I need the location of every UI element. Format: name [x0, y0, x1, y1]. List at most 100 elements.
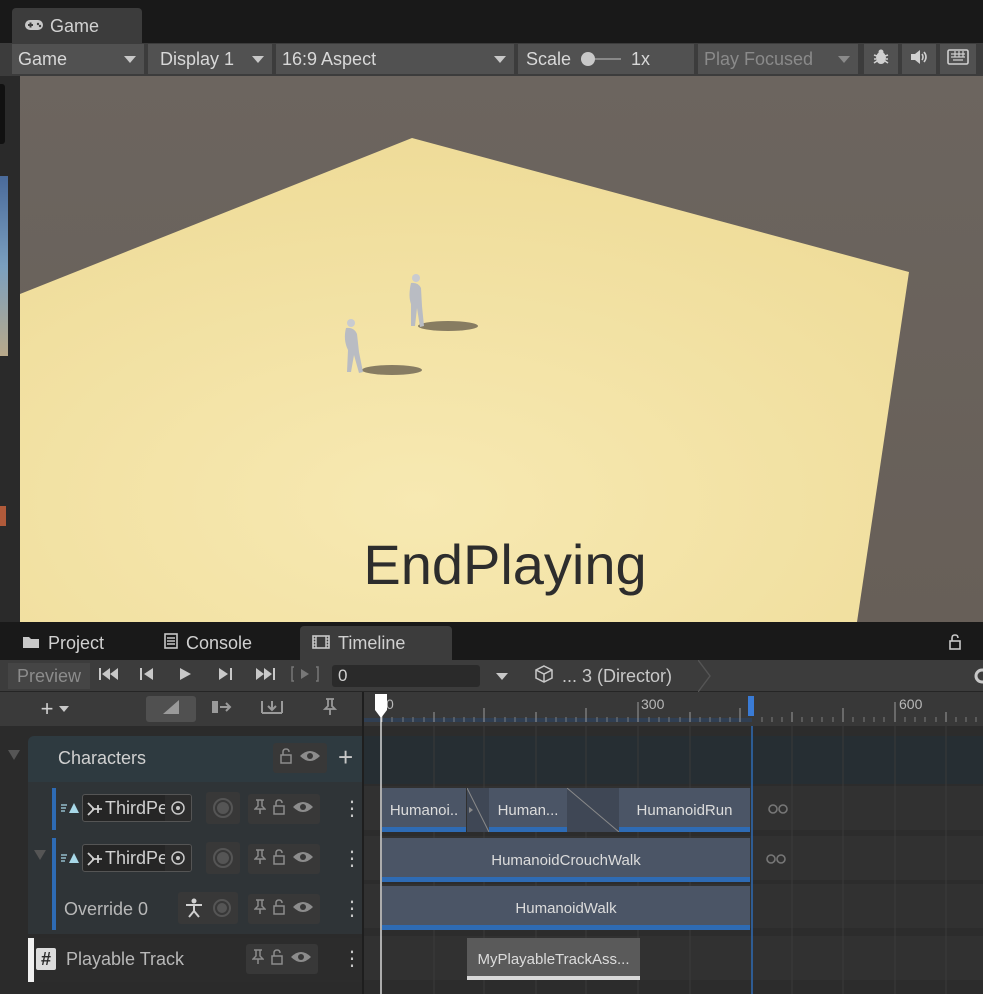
- ripple-mode-button[interactable]: [200, 696, 244, 722]
- film-icon: [312, 633, 330, 654]
- playable-track[interactable]: # Playable Track ⋮: [34, 938, 362, 982]
- ruler-tick-label: 600: [899, 696, 923, 712]
- game-viewport[interactable]: EndPlaying: [20, 76, 983, 622]
- scene-view-edge: [0, 76, 20, 622]
- tab-console[interactable]: Console: [152, 626, 292, 660]
- blend-region[interactable]: [467, 788, 489, 832]
- scale-slider-thumb[interactable]: [581, 52, 596, 66]
- plus-icon[interactable]: +: [338, 743, 353, 771]
- animation-clip[interactable]: HumanoidCrouchWalk: [382, 838, 750, 882]
- lock-visibility-controls: [273, 743, 327, 773]
- avatar-mask-button[interactable]: [178, 892, 238, 924]
- gizmos-toggle[interactable]: [940, 44, 976, 74]
- scale-value: 1x: [631, 48, 651, 69]
- lock-icon[interactable]: [272, 848, 286, 870]
- eye-icon[interactable]: [292, 800, 314, 819]
- animation-clip[interactable]: HumanoidWalk: [382, 886, 750, 930]
- overlay-status-text: EndPlaying: [363, 533, 647, 596]
- tab-game-label: Game: [50, 15, 100, 36]
- goto-end-button[interactable]: [250, 663, 280, 689]
- snap-button[interactable]: [250, 696, 294, 722]
- record-button[interactable]: [206, 792, 240, 824]
- panel-splitter[interactable]: [362, 692, 364, 994]
- track-menu-icon[interactable]: ⋮: [342, 896, 362, 921]
- lock-icon[interactable]: [272, 798, 286, 820]
- override-track[interactable]: Override 0 ⋮: [58, 888, 362, 930]
- chevron-down-icon: [494, 56, 506, 63]
- pin-icon[interactable]: [253, 798, 267, 820]
- settings-gear-icon[interactable]: [972, 666, 983, 686]
- preview-label: Preview: [16, 665, 82, 686]
- pin-lock-visibility-controls: [248, 894, 320, 924]
- target-icon[interactable]: [165, 845, 191, 871]
- play-range-button[interactable]: [288, 663, 322, 689]
- panel-menu-icon[interactable]: ⋮: [975, 632, 983, 654]
- animation-clip[interactable]: HumanoidRun: [619, 788, 750, 832]
- audio-toggle[interactable]: [902, 44, 936, 74]
- lock-icon[interactable]: [270, 948, 284, 970]
- animation-clip[interactable]: Human...: [489, 788, 567, 832]
- clip-label: HumanoidWalk: [515, 899, 617, 917]
- add-track-button[interactable]: +: [30, 696, 80, 722]
- director-breadcrumb[interactable]: ... 3 (Director): [524, 663, 710, 689]
- ripple-icon: [210, 699, 234, 720]
- clip-label: MyPlayableTrackAss...: [477, 950, 630, 968]
- playable-clip[interactable]: MyPlayableTrackAss...: [467, 938, 640, 980]
- play-mode-dropdown[interactable]: Play Focused: [698, 44, 858, 74]
- animation-clip[interactable]: Humanoi..: [382, 788, 466, 832]
- scale-control: Scale 1x: [518, 44, 694, 74]
- time-format-dropdown[interactable]: [490, 663, 514, 689]
- record-icon: [212, 898, 232, 923]
- group-track-characters[interactable]: Characters +: [28, 736, 362, 782]
- goto-start-button[interactable]: [94, 663, 124, 689]
- eye-icon[interactable]: [290, 950, 312, 969]
- previous-frame-button[interactable]: [132, 663, 162, 689]
- preview-button[interactable]: Preview: [8, 663, 90, 689]
- window-menu-icon[interactable]: ⋮: [975, 14, 983, 36]
- track-menu-icon[interactable]: ⋮: [342, 796, 362, 821]
- animation-track-2[interactable]: ThirdPe ⋮: [58, 838, 362, 880]
- next-frame-button[interactable]: [210, 663, 240, 689]
- track-color-bar: [52, 838, 56, 930]
- tab-timeline[interactable]: Timeline: [300, 626, 452, 660]
- triangle-down-icon: [34, 850, 46, 860]
- marker-pin-button[interactable]: [312, 696, 348, 722]
- clip-label: Humanoi..: [389, 801, 459, 819]
- tab-game[interactable]: Game: [12, 8, 142, 44]
- aspect-dropdown[interactable]: 16:9 Aspect: [276, 44, 514, 74]
- lock-icon[interactable]: [279, 747, 293, 769]
- animation-track-icon: [60, 849, 80, 870]
- play-button[interactable]: [170, 663, 200, 689]
- group-collapse-toggle[interactable]: [8, 750, 24, 764]
- object-field[interactable]: ThirdPe: [82, 844, 192, 872]
- lock-icon[interactable]: [272, 898, 286, 920]
- blend-region[interactable]: [567, 788, 619, 832]
- aspect-dropdown-value: 16:9 Aspect: [282, 48, 377, 69]
- eye-icon[interactable]: [292, 850, 314, 869]
- tab-project[interactable]: Project: [10, 626, 150, 660]
- ruler-tick-label: 300: [641, 696, 665, 712]
- eye-icon[interactable]: [292, 900, 314, 919]
- curves-toggle-button[interactable]: [146, 696, 196, 722]
- display-dropdown[interactable]: Display 1: [148, 44, 272, 74]
- eye-icon[interactable]: [299, 749, 321, 768]
- track-menu-icon[interactable]: ⋮: [342, 846, 362, 871]
- frame-input[interactable]: 0: [332, 665, 480, 687]
- object-field[interactable]: ThirdPe: [82, 794, 192, 822]
- lock-icon[interactable]: [948, 634, 964, 652]
- scale-slider[interactable]: [581, 52, 622, 66]
- pin-icon[interactable]: [253, 848, 267, 870]
- clip-label: HumanoidRun: [636, 801, 733, 819]
- breadcrumb-arrow: [697, 659, 712, 693]
- record-button[interactable]: [206, 842, 240, 874]
- animation-track-1[interactable]: ThirdPe ⋮: [58, 788, 362, 830]
- infinite-link-icon: [766, 800, 790, 818]
- pin-icon[interactable]: [253, 898, 267, 920]
- track-menu-icon[interactable]: ⋮: [342, 946, 362, 971]
- track-collapse-toggle[interactable]: [34, 850, 50, 864]
- view-dropdown[interactable]: Game: [12, 44, 144, 74]
- pin-icon[interactable]: [251, 948, 265, 970]
- timeline-ruler[interactable]: 0 300 600: [362, 692, 983, 726]
- target-icon[interactable]: [165, 795, 191, 821]
- stats-button[interactable]: [864, 44, 898, 74]
